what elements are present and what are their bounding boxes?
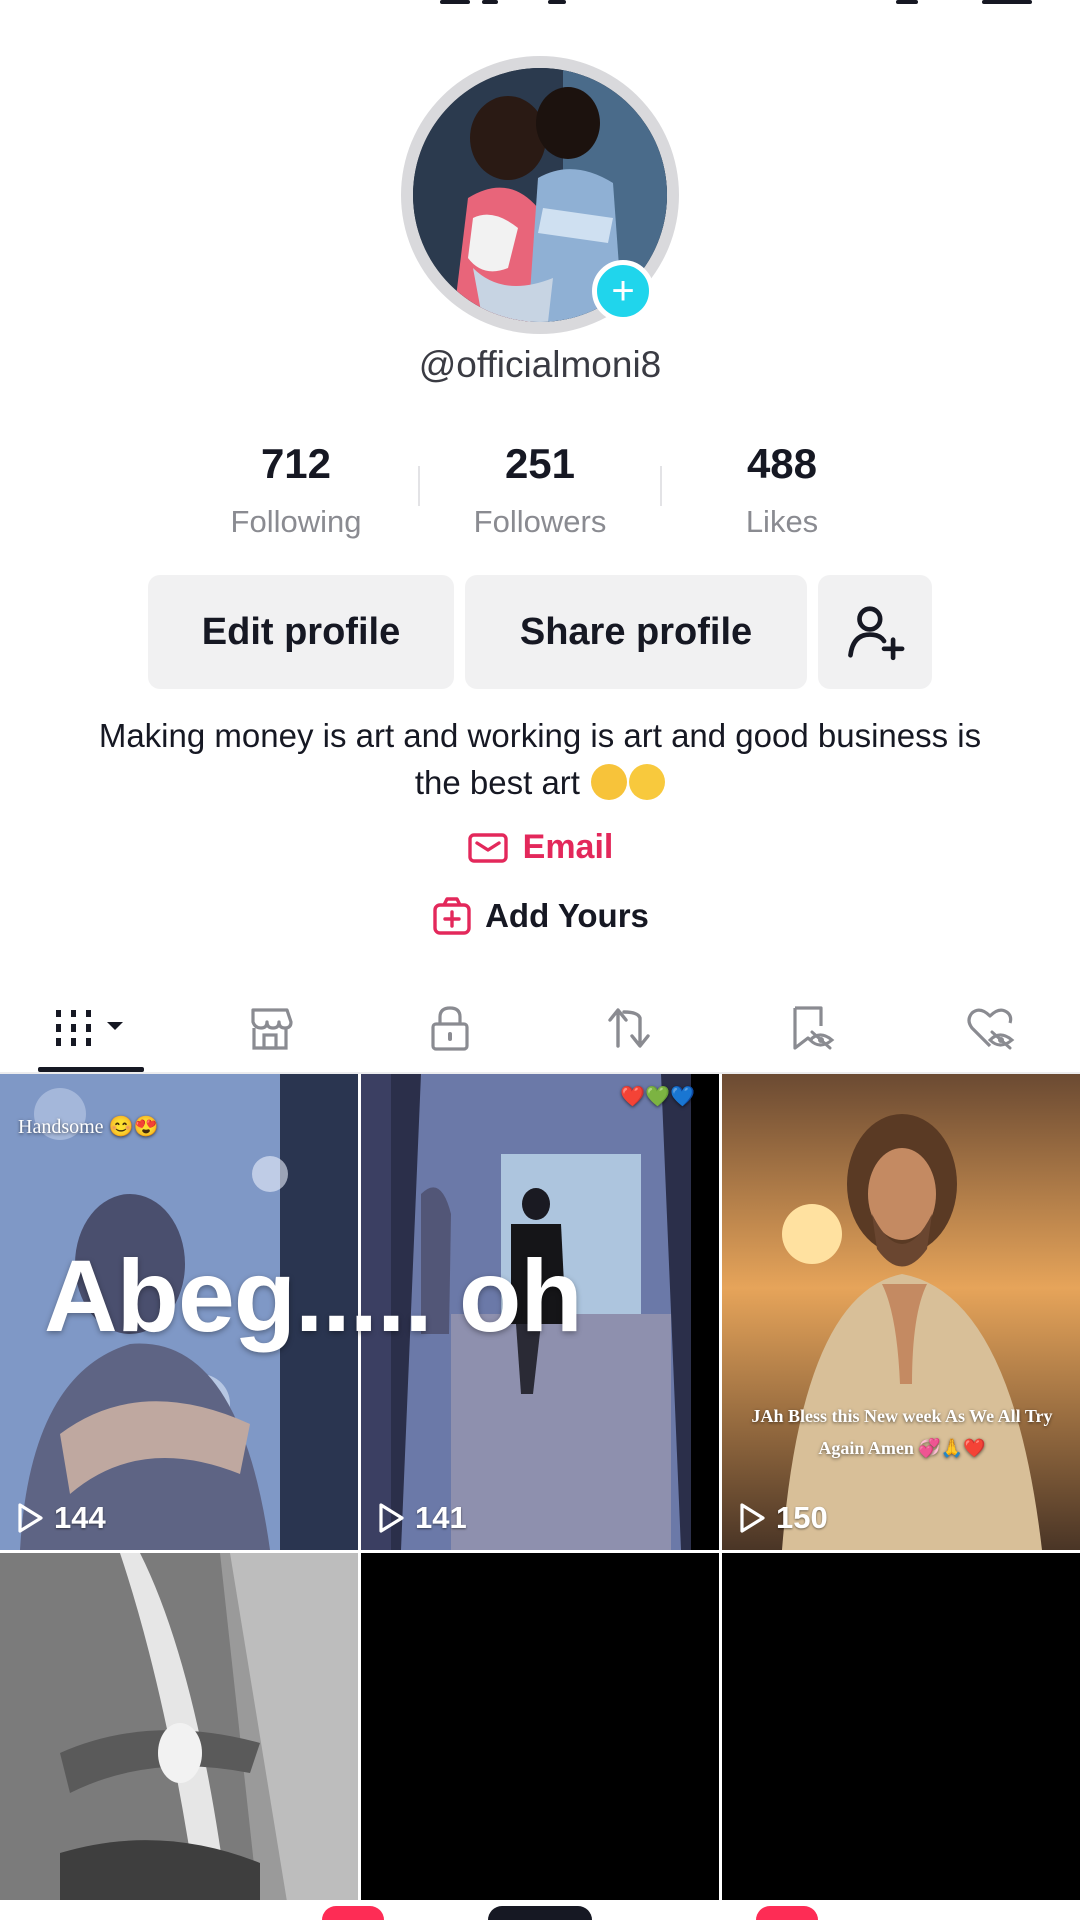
view-count: 150 xyxy=(738,1500,828,1536)
stat-value: 712 xyxy=(260,440,332,487)
tab-reposts[interactable] xyxy=(540,986,720,1070)
add-person-icon xyxy=(848,606,905,661)
grid-videos-icon xyxy=(56,1010,123,1046)
stat-label: Followers xyxy=(473,504,607,539)
repost-icon xyxy=(608,1008,650,1048)
video-thumbnail-3[interactable]: JAh Bless this New week As We All Try Ag… xyxy=(722,1074,1080,1550)
email-link[interactable]: Email xyxy=(0,828,1080,867)
view-count-value: 144 xyxy=(54,1500,106,1535)
share-profile-button[interactable]: Share profile xyxy=(465,575,807,689)
lock-icon xyxy=(431,1006,469,1051)
tab-liked[interactable] xyxy=(900,986,1080,1070)
video-thumbnail-4[interactable] xyxy=(0,1553,358,1920)
add-yours-label: Add Yours xyxy=(485,897,649,934)
overlay-caption: Abeg..... oh xyxy=(44,1239,583,1353)
play-icon xyxy=(379,1503,404,1533)
stat-value: 251 xyxy=(504,440,576,487)
add-avatar-icon[interactable]: + xyxy=(592,260,654,322)
bio-text: Making money is art and working is art a… xyxy=(98,717,982,801)
view-count: 144 xyxy=(16,1500,106,1536)
view-count-value: 150 xyxy=(776,1500,828,1535)
email-label: Email xyxy=(522,828,614,866)
video-caption: JAh Bless this New week As We All Try Ag… xyxy=(751,1406,1053,1458)
stat-divider xyxy=(660,466,662,506)
stat-following[interactable]: 712 Following xyxy=(186,440,406,540)
plus-symbol: + xyxy=(611,269,635,313)
stat-likes[interactable]: 488 Likes xyxy=(672,440,892,540)
stat-followers[interactable]: 251 Followers xyxy=(430,440,650,540)
edit-profile-button[interactable]: Edit profile xyxy=(148,575,454,689)
winking-tongue-face-emoji-icon xyxy=(629,764,666,800)
video-caption: ❤️💚💙 xyxy=(620,1086,695,1108)
add-friends-button[interactable] xyxy=(818,575,932,689)
view-count: 141 xyxy=(377,1500,467,1536)
video-thumbnail-6[interactable] xyxy=(722,1553,1080,1920)
favorites-hidden-icon xyxy=(793,1006,835,1050)
play-icon xyxy=(18,1503,43,1533)
bio: Making money is art and working is art a… xyxy=(80,712,1000,806)
cat-tears-of-joy-emoji-icon xyxy=(591,764,628,800)
stat-value: 488 xyxy=(746,440,818,487)
tab-favorites[interactable] xyxy=(720,986,900,1070)
tab-videos[interactable] xyxy=(0,986,180,1070)
email-icon xyxy=(467,832,508,863)
view-count-value: 141 xyxy=(415,1500,467,1535)
tab-shop[interactable] xyxy=(180,986,360,1070)
liked-hidden-icon xyxy=(967,1008,1015,1050)
play-icon xyxy=(740,1503,765,1533)
bottom-nav-edge xyxy=(0,1900,1080,1920)
shop-icon xyxy=(251,1008,293,1050)
stat-divider xyxy=(418,466,420,506)
stat-label: Likes xyxy=(745,504,819,539)
video-caption: Handsome 😊😍 xyxy=(18,1116,159,1138)
add-yours-link[interactable]: Add Yours xyxy=(0,895,1080,937)
header-edge xyxy=(0,0,1080,12)
video-thumbnail-5[interactable] xyxy=(361,1553,719,1920)
username: @officialmoni8 xyxy=(418,344,662,385)
tab-private[interactable] xyxy=(360,986,540,1070)
profile-tabs xyxy=(0,986,1080,1074)
add-yours-icon xyxy=(433,897,471,935)
stat-label: Following xyxy=(230,504,362,539)
